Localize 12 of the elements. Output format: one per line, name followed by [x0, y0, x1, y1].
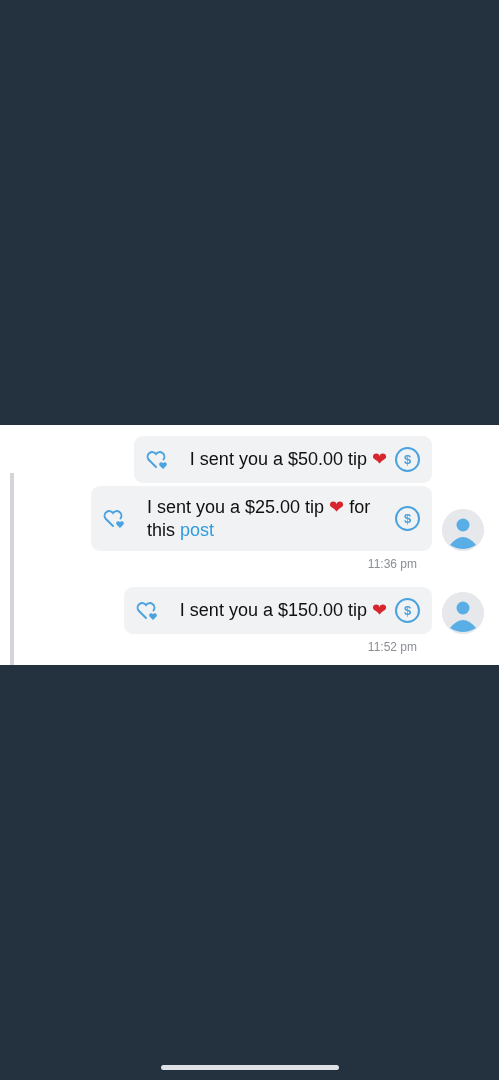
message-time: 11:52 pm — [366, 639, 417, 656]
coin-icon: $ — [395, 447, 420, 472]
post-link[interactable]: post — [180, 519, 215, 540]
message-text: I sent you a $150.00 tip ❤ — [179, 599, 387, 622]
heart-icon[interactable] — [145, 450, 168, 471]
coin-icon: $ — [395, 506, 420, 531]
message-time: 11:36 pm — [366, 556, 417, 573]
heart-icon[interactable] — [103, 509, 125, 530]
message-text: I sent you a $25.00 tip ❤ for this post — [147, 496, 372, 541]
coin-icon: $ — [395, 598, 420, 623]
message-text: I sent you a $50.00 tip ❤ — [189, 448, 387, 471]
heart-icon[interactable] — [135, 601, 158, 622]
